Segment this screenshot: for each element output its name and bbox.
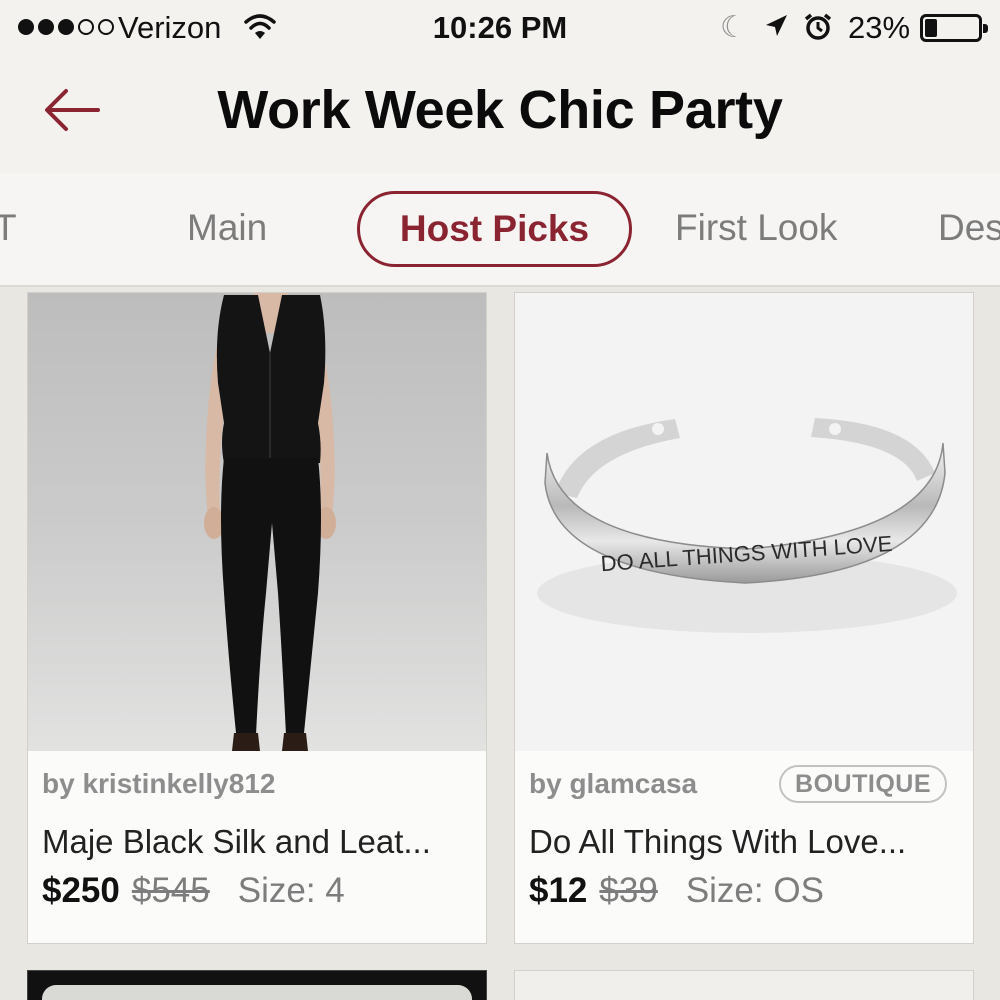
current-price: $12 <box>529 871 588 910</box>
tab-partial-left[interactable]: T <box>0 207 17 249</box>
battery-nub <box>983 24 988 33</box>
listing-title[interactable]: Maje Black Silk and Leat... <box>42 823 482 861</box>
listing-title[interactable]: Do All Things With Love... <box>529 823 969 861</box>
price-row: $12 $39 Size: OS <box>529 871 824 911</box>
silver-cuff-bracelet-photo[interactable]: DO ALL THINGS WITH LOVE <box>515 293 973 751</box>
party-tabs: T Main Host Picks First Look Des <box>0 173 1000 287</box>
tab-host-picks[interactable]: Host Picks <box>357 191 632 267</box>
black-jumpsuit-photo[interactable] <box>28 293 486 751</box>
listing-card[interactable]: by kristinkelly812 Maje Black Silk and L… <box>27 292 487 944</box>
battery-fill <box>925 19 937 37</box>
tab-partial-right[interactable]: Des <box>938 207 1000 249</box>
tab-main[interactable]: Main <box>187 207 267 249</box>
tab-first-look[interactable]: First Look <box>675 207 837 249</box>
boutique-badge: BOUTIQUE <box>779 765 947 803</box>
price-row: $250 $545 Size: 4 <box>42 871 345 911</box>
page-title: Work Week Chic Party <box>217 80 783 140</box>
listing-card-partial[interactable] <box>514 970 974 1000</box>
size-label: Size: OS <box>685 871 824 910</box>
listing-card-partial[interactable] <box>27 970 487 1000</box>
seller-name[interactable]: by glamcasa <box>529 768 697 800</box>
seller-name[interactable]: by kristinkelly812 <box>42 768 275 800</box>
size-label: Size: 4 <box>237 871 345 910</box>
location-arrow-icon <box>762 12 790 48</box>
moon-icon: ☾ <box>720 11 747 44</box>
original-price: $39 <box>599 871 658 910</box>
nav-bar: Work Week Chic Party <box>0 55 1000 173</box>
alarm-clock-icon <box>803 12 833 50</box>
current-price: $250 <box>42 871 120 910</box>
battery-icon <box>920 14 988 42</box>
battery-percentage: 23% <box>848 10 911 45</box>
original-price: $545 <box>131 871 210 910</box>
listing-card[interactable]: DO ALL THINGS WITH LOVE by glamcasa BOUT… <box>514 292 974 944</box>
listing-image-partial <box>42 985 472 1000</box>
status-bar: Verizon 10:26 PM ☾ 23% <box>0 0 1000 55</box>
